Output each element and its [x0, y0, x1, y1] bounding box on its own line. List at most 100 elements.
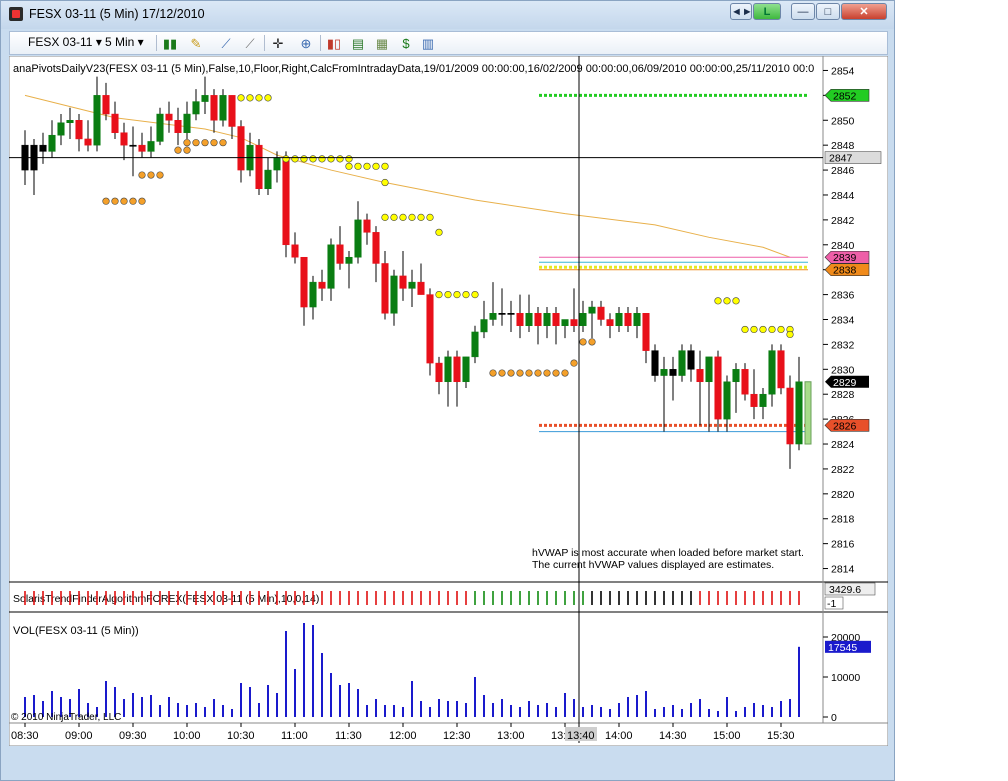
order-icon[interactable]: $ — [398, 36, 414, 51]
candle-body — [309, 281, 317, 308]
pivot-dot — [111, 197, 119, 205]
navigate-button[interactable]: ◄► — [730, 3, 753, 20]
time-tick-label: 09:30 — [119, 730, 147, 742]
pivot-dot — [129, 197, 137, 205]
candle-body — [786, 387, 794, 445]
candle-body — [606, 319, 614, 326]
chart-window: FESX 03-11 (5 Min) 17/12/2010 ◄► L — □ ✕… — [0, 0, 895, 781]
candle-body — [93, 95, 101, 146]
price-tick-label: 2842 — [831, 215, 855, 227]
candle-body — [795, 381, 803, 445]
price-level-label: 2826 — [833, 420, 857, 432]
candle-body — [651, 350, 659, 376]
candle-body — [516, 313, 524, 326]
pivot-dot — [750, 325, 758, 334]
crosshair-icon[interactable]: ✛ — [270, 36, 286, 51]
draw-object-icon[interactable]: ⟋ — [242, 36, 258, 51]
candle-body — [660, 369, 668, 376]
candle-body — [489, 313, 497, 320]
candle-body — [183, 113, 191, 133]
time-tick-label: 11:30 — [335, 730, 362, 742]
maximize-button[interactable]: □ — [816, 3, 840, 20]
candle-body — [273, 157, 281, 171]
volume-tick-label: 10000 — [831, 672, 860, 684]
pivot-dot — [174, 146, 182, 154]
pivot-dot — [714, 297, 722, 305]
price-tick-label: 2836 — [831, 290, 855, 302]
pivot-dot — [552, 369, 560, 377]
candle-body — [633, 313, 641, 326]
instrument-selector[interactable]: FESX 03-11 ▾ — [28, 35, 102, 49]
candle-body — [579, 313, 587, 326]
close-button[interactable]: ✕ — [841, 3, 887, 20]
pivot-dot — [381, 213, 389, 221]
price-tick-label: 2814 — [831, 564, 855, 576]
minimize-button[interactable]: — — [791, 3, 815, 20]
data-box-icon[interactable]: ▥ — [420, 36, 436, 51]
draw-tool-icon[interactable]: ✎ — [188, 36, 204, 51]
pivot-dot — [291, 155, 299, 163]
candle-body — [678, 350, 686, 376]
chart-panels[interactable]: 2814 2816 2818 2820 2822 2824 2826 2828 2830 2832… — [9, 56, 888, 746]
pivot-dot — [309, 155, 317, 163]
trend-panel-title: SolarisTrendFinderAlgorithmFOREX(FESX 03… — [13, 593, 319, 605]
pivot-dot — [300, 155, 308, 163]
pivot-dot — [498, 369, 506, 377]
candle-body — [444, 356, 452, 383]
candle-body — [498, 313, 506, 315]
candle-body — [390, 275, 398, 314]
pivot-dot — [777, 325, 785, 334]
candle-body — [318, 281, 326, 289]
candle-body — [219, 95, 227, 121]
interval-selector[interactable]: 5 Min ▾ — [105, 35, 144, 49]
price-tick-label: 2850 — [831, 115, 855, 127]
candle-body — [687, 350, 695, 370]
candle-body — [111, 113, 119, 133]
price-tick-label: 2854 — [831, 65, 855, 77]
candle-body — [66, 120, 74, 124]
indicators-icon[interactable]: ▮▯ — [326, 36, 342, 51]
chart-properties-icon[interactable]: ▦ — [374, 36, 390, 51]
candle-body — [768, 350, 776, 395]
time-tick-label: 08:30 — [11, 730, 39, 742]
candle-body — [408, 281, 416, 289]
candle-body — [237, 126, 245, 171]
candle-body — [615, 313, 623, 326]
pivot-dot — [336, 155, 344, 163]
pivot-dot — [768, 325, 776, 334]
candle-body — [201, 95, 209, 102]
candle-body — [48, 134, 56, 152]
price-tick-label: 2846 — [831, 165, 855, 177]
candle-body — [300, 256, 308, 308]
ninjatrader-logo-icon — [9, 7, 23, 21]
time-tick-label: 15:00 — [713, 730, 741, 742]
price-tick-label: 2824 — [831, 439, 855, 451]
pivot-dot — [579, 338, 587, 346]
price-level-label: 2838 — [833, 265, 857, 277]
candle-body — [570, 319, 578, 326]
candle-body — [471, 331, 479, 358]
pivot-dot — [588, 338, 596, 346]
toolbar-divider — [264, 35, 265, 51]
pivot-dot — [237, 94, 245, 102]
candle-body — [777, 350, 785, 389]
line-tool-icon[interactable]: ⟋ — [218, 36, 234, 51]
zoom-icon[interactable]: ⊕ — [298, 36, 314, 51]
link-button[interactable]: L — [753, 3, 781, 20]
title-bar[interactable]: FESX 03-11 (5 Min) 17/12/2010 ◄► L — □ ✕ — [1, 1, 894, 29]
last-price-label: 2829 — [833, 377, 857, 389]
time-tick-label: 11:00 — [281, 730, 308, 742]
candle-body — [228, 95, 236, 127]
candle-body — [714, 356, 722, 420]
crosshair-price-label: 2847 — [829, 153, 853, 165]
price-level-label: 2852 — [833, 90, 857, 102]
candle-body — [453, 356, 461, 383]
strategies-icon[interactable]: ▤ — [350, 36, 366, 51]
price-tick-label: 2816 — [831, 539, 855, 551]
candle-body — [624, 313, 632, 326]
bar-type-icon[interactable]: ▮▮ — [162, 36, 178, 51]
time-tick-label: 12:00 — [389, 730, 417, 742]
volume-last-label: 17545 — [828, 642, 857, 654]
candle-body — [210, 95, 218, 121]
pivot-dot — [138, 171, 146, 179]
